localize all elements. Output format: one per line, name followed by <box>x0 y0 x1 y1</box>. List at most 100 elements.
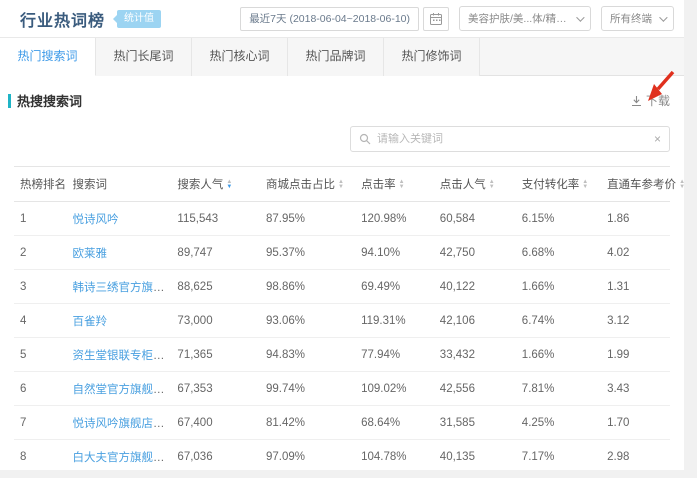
sort-icon[interactable]: ▲▼ <box>582 180 588 190</box>
table-row: 1 悦诗风吟 115,543 87.95% 120.98% 60,584 6.1… <box>14 202 670 236</box>
column-header[interactable]: 搜索词 <box>66 167 171 202</box>
table-row: 8 白大夫官方旗舰店官网 67,036 97.09% 104.78% 40,13… <box>14 440 670 474</box>
rank-cell: 5 <box>14 338 66 372</box>
table-header-row: 热榜排名搜索词搜索人气▲▼商城点击占比▲▼点击率▲▼点击人气▲▼支付转化率▲▼直… <box>14 167 670 202</box>
rank-cell: 3 <box>14 270 66 304</box>
mall-click-pct-cell: 97.09% <box>260 440 355 474</box>
mall-click-pct-cell: 81.42% <box>260 406 355 440</box>
tab-0[interactable]: 热门搜索词 <box>0 38 96 76</box>
tab-4[interactable]: 热门修饰词 <box>384 38 480 76</box>
rank-cell: 2 <box>14 236 66 270</box>
sort-icon[interactable]: ▲▼ <box>489 180 495 190</box>
mall-click-pct-cell: 99.74% <box>260 372 355 406</box>
keyword-link[interactable]: 悦诗风吟 <box>72 214 118 226</box>
clear-icon[interactable]: × <box>654 133 661 145</box>
click-pop-cell: 60,584 <box>434 202 516 236</box>
category-dropdown-value: 美容护肤/美...体/精油行业 <box>468 11 569 26</box>
click-pop-cell: 40,122 <box>434 270 516 304</box>
table-row: 2 欧莱雅 89,747 95.37% 94.10% 42,750 6.68% … <box>14 236 670 270</box>
keyword-link[interactable]: 自然堂官方旗舰店官... <box>72 384 171 396</box>
ctr-cell: 104.78% <box>355 440 434 474</box>
keyword-link[interactable]: 欧莱雅 <box>72 248 107 260</box>
download-button[interactable]: 下载 <box>631 92 670 109</box>
rank-cell: 6 <box>14 372 66 406</box>
ztc-price-cell: 3.43 <box>601 372 670 406</box>
terminal-dropdown[interactable]: 所有终端 <box>601 6 674 31</box>
ztc-price-cell: 2.98 <box>601 440 670 474</box>
ztc-price-cell: 1.99 <box>601 338 670 372</box>
mall-click-pct-cell: 93.06% <box>260 304 355 338</box>
section-accent-bar <box>8 94 11 108</box>
table-row: 4 百雀羚 73,000 93.06% 119.31% 42,106 6.74%… <box>14 304 670 338</box>
sort-icon[interactable]: ▲▼ <box>338 180 344 190</box>
chevron-down-icon <box>659 13 667 21</box>
column-header[interactable]: 直通车参考价▲▼ <box>601 167 670 202</box>
ctr-cell: 68.64% <box>355 406 434 440</box>
chevron-down-icon <box>576 13 584 21</box>
search-row: × <box>0 126 670 152</box>
terminal-dropdown-value: 所有终端 <box>610 11 652 26</box>
ztc-price-cell: 3.12 <box>601 304 670 338</box>
hot-words-table: 热榜排名搜索词搜索人气▲▼商城点击占比▲▼点击率▲▼点击人气▲▼支付转化率▲▼直… <box>14 166 670 474</box>
pay-conv-cell: 1.66% <box>516 338 601 372</box>
section-title: 热搜搜索词 <box>17 91 82 110</box>
pay-conv-cell: 7.17% <box>516 440 601 474</box>
hot-words-page: 行业热词榜 统计值 最近7天 (2018-06-04~2018-06-10) 美… <box>0 0 684 470</box>
keyword-link[interactable]: 悦诗风吟旗舰店官网 <box>72 418 171 430</box>
ctr-cell: 69.49% <box>355 270 434 304</box>
column-header[interactable]: 热榜排名 <box>14 167 66 202</box>
calendar-button[interactable] <box>423 7 449 31</box>
pay-conv-cell: 6.68% <box>516 236 601 270</box>
search-pop-cell: 67,353 <box>171 372 260 406</box>
search-input[interactable] <box>377 133 654 145</box>
table-row: 6 自然堂官方旗舰店官... 67,353 99.74% 109.02% 42,… <box>14 372 670 406</box>
ztc-price-cell: 1.31 <box>601 270 670 304</box>
search-icon <box>359 133 371 145</box>
click-pop-cell: 33,432 <box>434 338 516 372</box>
ctr-cell: 109.02% <box>355 372 434 406</box>
sort-icon[interactable]: ▲▼ <box>226 180 232 190</box>
ztc-price-cell: 4.02 <box>601 236 670 270</box>
table-row: 5 资生堂银联专柜官方旗舰 71,365 94.83% 77.94% 33,43… <box>14 338 670 372</box>
ctr-cell: 77.94% <box>355 338 434 372</box>
page-edge-bottom <box>0 470 697 478</box>
date-range-field[interactable]: 最近7天 (2018-06-04~2018-06-10) <box>240 7 419 31</box>
rank-cell: 4 <box>14 304 66 338</box>
mall-click-pct-cell: 95.37% <box>260 236 355 270</box>
click-pop-cell: 42,556 <box>434 372 516 406</box>
tabs: 热门搜索词热门长尾词热门核心词热门品牌词热门修饰词 <box>0 38 684 76</box>
search-pop-cell: 73,000 <box>171 304 260 338</box>
search-pop-cell: 115,543 <box>171 202 260 236</box>
column-header[interactable]: 支付转化率▲▼ <box>516 167 601 202</box>
tab-2[interactable]: 热门核心词 <box>192 38 288 76</box>
ctr-cell: 94.10% <box>355 236 434 270</box>
mall-click-pct-cell: 98.86% <box>260 270 355 304</box>
tab-1[interactable]: 热门长尾词 <box>96 38 192 76</box>
rank-cell: 1 <box>14 202 66 236</box>
keyword-link[interactable]: 韩诗三绣官方旗舰店... <box>72 282 171 294</box>
keyword-link[interactable]: 资生堂银联专柜官方旗舰 <box>72 350 171 362</box>
rank-cell: 8 <box>14 440 66 474</box>
column-header[interactable]: 商城点击占比▲▼ <box>260 167 355 202</box>
title-badge: 统计值 <box>117 10 161 28</box>
download-label: 下载 <box>646 92 670 109</box>
calendar-icon <box>429 12 443 26</box>
sort-icon[interactable]: ▲▼ <box>399 180 405 190</box>
search-pop-cell: 89,747 <box>171 236 260 270</box>
table-row: 3 韩诗三绣官方旗舰店... 88,625 98.86% 69.49% 40,1… <box>14 270 670 304</box>
search-box[interactable]: × <box>350 126 670 152</box>
search-pop-cell: 88,625 <box>171 270 260 304</box>
tab-3[interactable]: 热门品牌词 <box>288 38 384 76</box>
click-pop-cell: 42,750 <box>434 236 516 270</box>
rank-cell: 7 <box>14 406 66 440</box>
column-header[interactable]: 点击率▲▼ <box>355 167 434 202</box>
ctr-cell: 119.31% <box>355 304 434 338</box>
column-header[interactable]: 点击人气▲▼ <box>434 167 516 202</box>
keyword-link[interactable]: 百雀羚 <box>72 316 107 328</box>
column-header[interactable]: 搜索人气▲▼ <box>171 167 260 202</box>
page-edge-right <box>684 0 697 478</box>
ctr-cell: 120.98% <box>355 202 434 236</box>
date-range-value: 最近7天 (2018-06-04~2018-06-10) <box>249 11 410 26</box>
keyword-link[interactable]: 白大夫官方旗舰店官网 <box>72 452 171 464</box>
category-dropdown[interactable]: 美容护肤/美...体/精油行业 <box>459 6 591 31</box>
